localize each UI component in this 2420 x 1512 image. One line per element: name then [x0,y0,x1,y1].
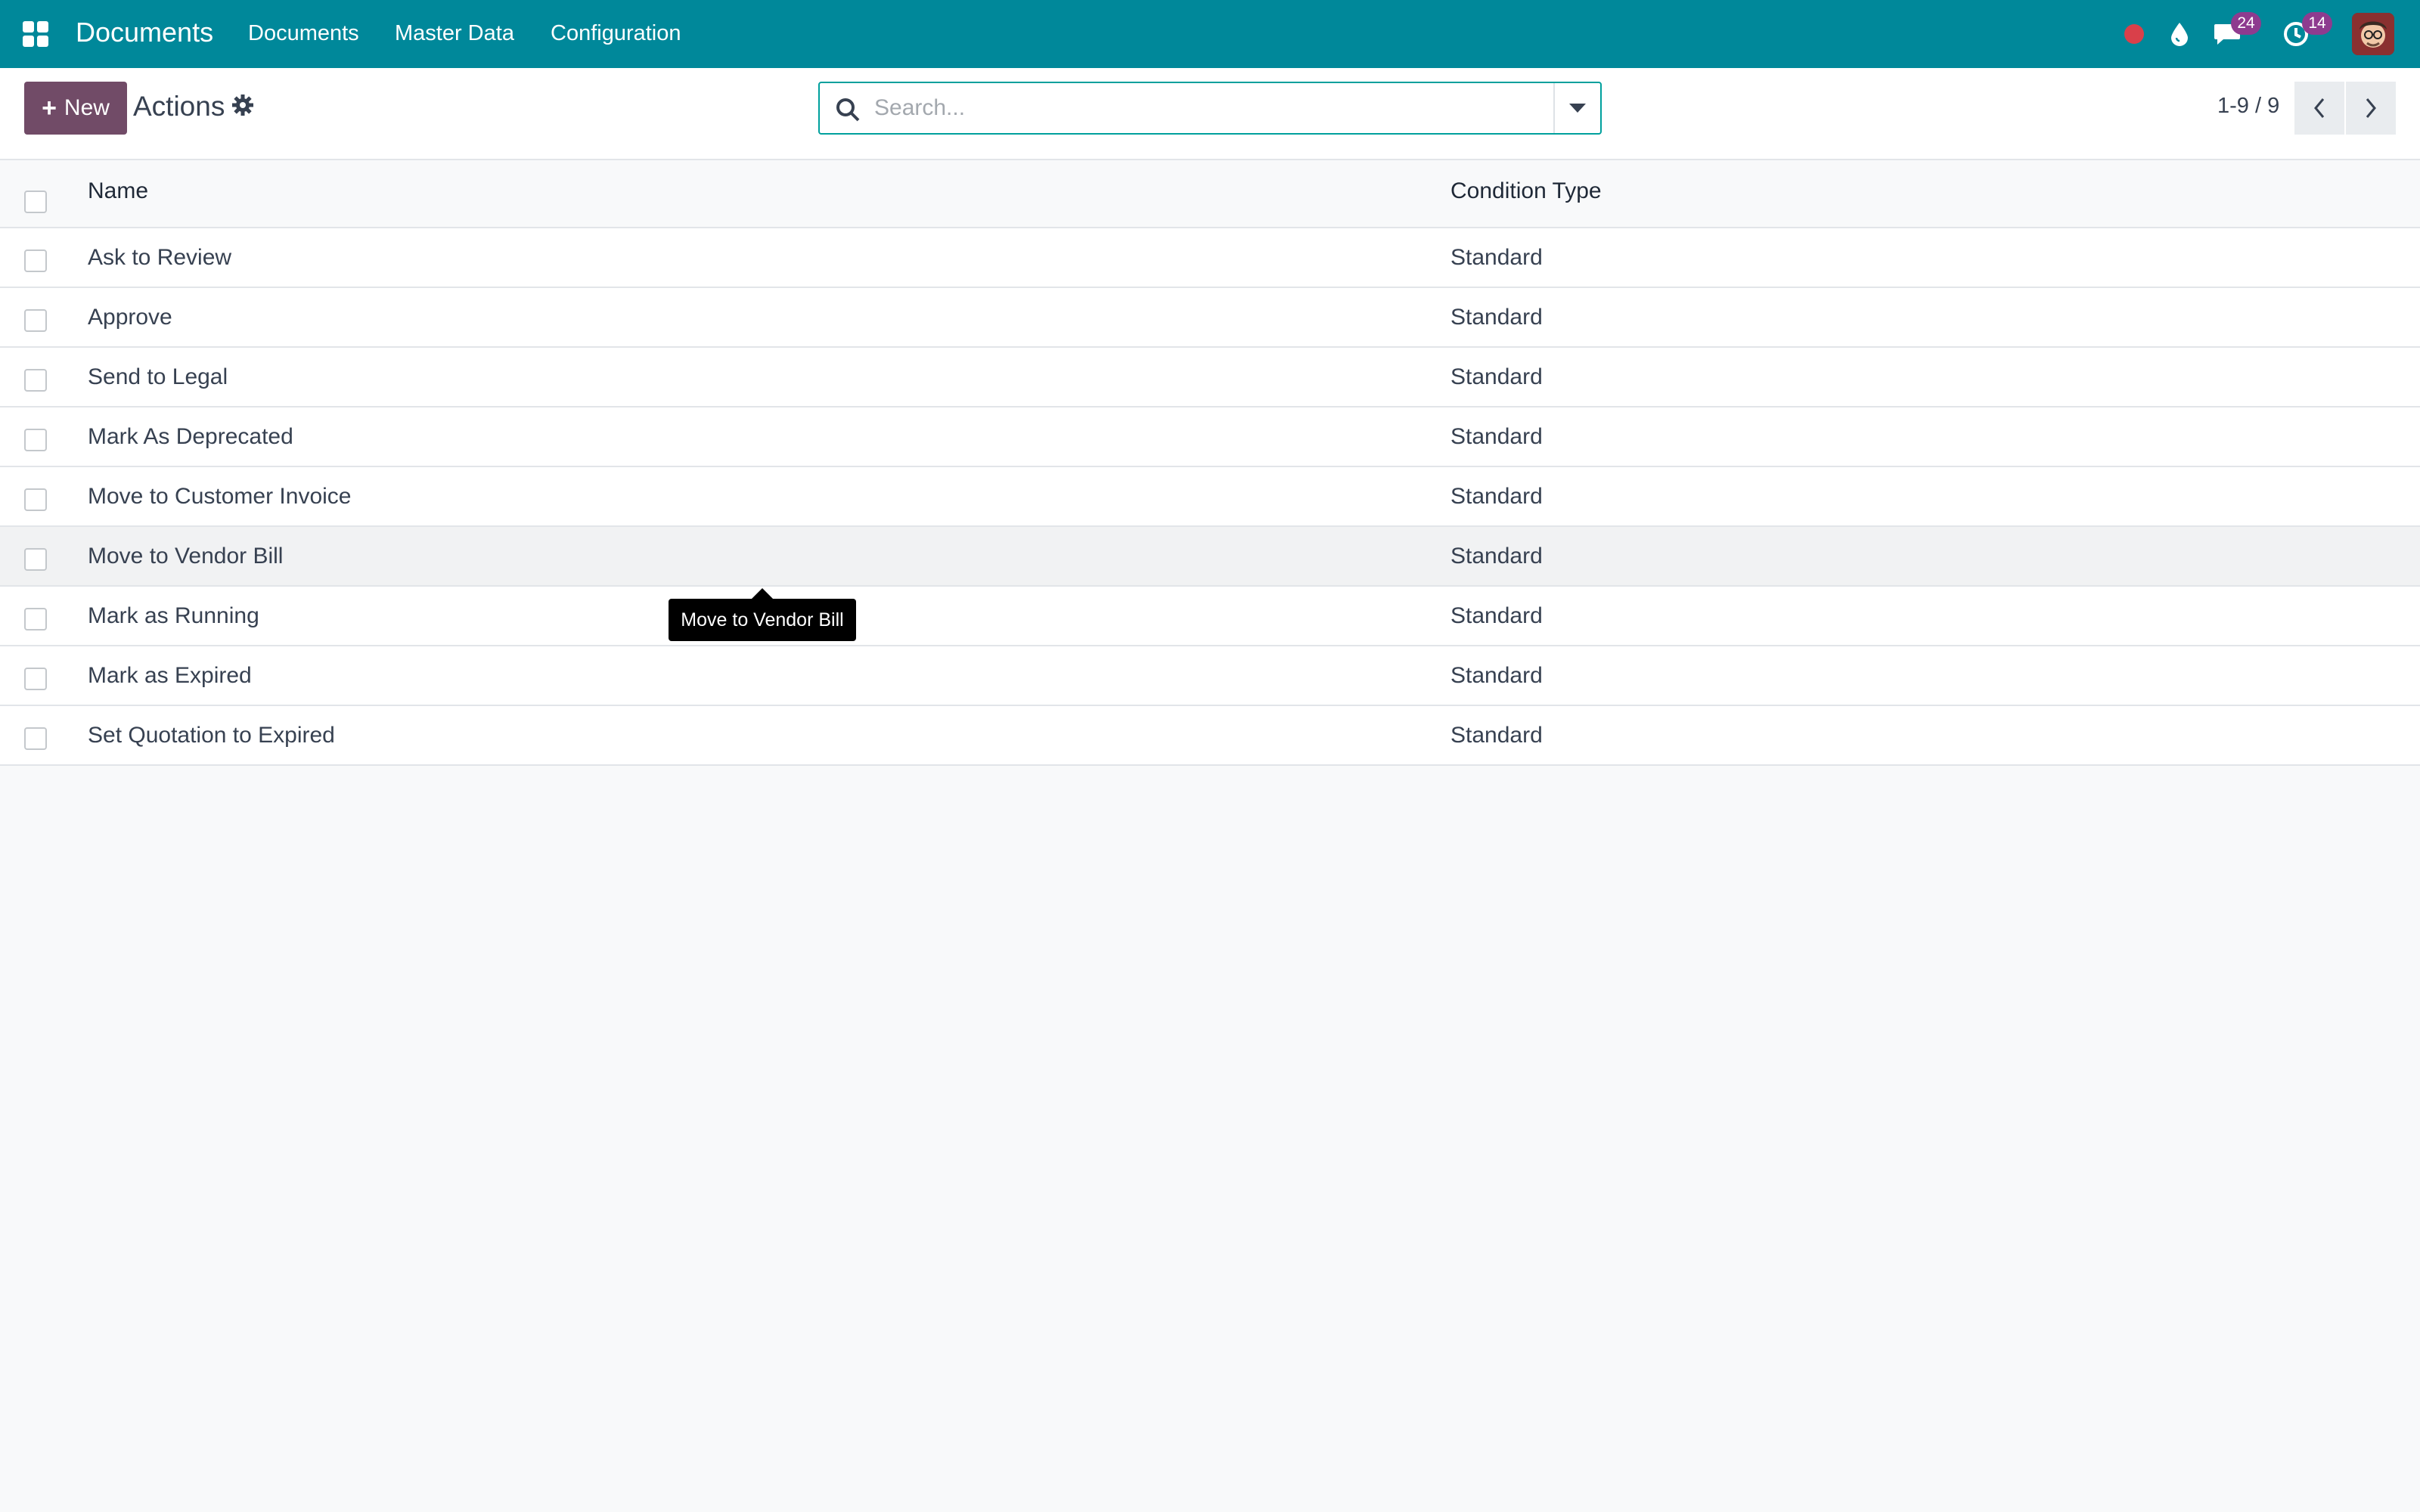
table-row[interactable]: Approve Standard [0,288,2420,348]
row-condition-type[interactable]: Standard [1450,305,1543,330]
row-condition-type[interactable]: Standard [1450,424,1543,450]
row-checkbox[interactable] [24,548,47,571]
row-condition-type[interactable]: Standard [1450,245,1543,271]
new-button-label: New [64,95,110,120]
pager-next-button[interactable] [2346,82,2396,135]
row-checkbox[interactable] [24,727,47,750]
row-condition-type[interactable]: Standard [1450,544,1543,569]
search-input[interactable] [874,89,1525,127]
gear-icon[interactable] [231,94,254,116]
pager-previous-button[interactable] [2294,82,2344,135]
recording-dot-icon[interactable] [2121,0,2148,68]
table-row[interactable]: Move to Vendor Bill Standard [0,527,2420,587]
control-panel: + New Actions 1-9 / 9 [0,68,2420,160]
row-name[interactable]: Set Quotation to Expired [88,723,335,748]
caret-down-icon [1569,104,1586,113]
row-name[interactable]: Send to Legal [88,364,228,390]
avatar[interactable] [2350,0,2396,68]
pager-value[interactable]: 1-9 / 9 [2217,94,2279,119]
page-title: Actions [133,91,225,122]
table-row[interactable]: Move to Customer Invoice Standard [0,467,2420,527]
row-name[interactable]: Mark as Expired [88,663,252,689]
row-condition-type[interactable]: Standard [1450,484,1543,510]
chevron-left-icon [2314,98,2325,118]
row-condition-type[interactable]: Standard [1450,663,1543,689]
chevron-right-icon [2366,98,2376,118]
row-name[interactable]: Mark as Running [88,603,259,629]
menu-master-data[interactable]: Master Data [395,21,514,46]
plus-icon: + [42,93,57,122]
table-row[interactable]: Mark as Running Standard [0,587,2420,646]
apps-grid-icon[interactable] [23,21,48,47]
row-checkbox[interactable] [24,369,47,392]
row-checkbox[interactable] [24,309,47,332]
table-row[interactable]: Mark As Deprecated Standard [0,407,2420,467]
table-row[interactable]: Set Quotation to Expired Standard [0,706,2420,766]
column-header-condition-type[interactable]: Condition Type [1450,178,1602,204]
column-header-name[interactable]: Name [88,178,148,204]
menu-documents[interactable]: Documents [248,21,359,46]
search-bar [818,82,1602,135]
row-name[interactable]: Move to Customer Invoice [88,484,351,510]
search-icon [835,97,861,122]
row-checkbox[interactable] [24,429,47,451]
messages-badge: 24 [2231,12,2261,35]
actions-list: Name Condition Type Ask to Review Standa… [0,160,2420,766]
row-name[interactable]: Approve [88,305,172,330]
clock-icon[interactable] [2279,0,2313,68]
search-options-toggle[interactable] [1553,83,1600,133]
row-condition-type[interactable]: Standard [1450,603,1543,629]
row-name[interactable]: Ask to Review [88,245,231,271]
new-button[interactable]: + New [24,82,127,135]
row-checkbox[interactable] [24,488,47,511]
table-row[interactable]: Mark as Expired Standard [0,646,2420,706]
row-name[interactable]: Move to Vendor Bill [88,544,283,569]
activities-badge: 14 [2302,12,2332,35]
list-header: Name Condition Type [0,160,2420,228]
row-checkbox[interactable] [24,608,47,631]
top-navbar: Documents Documents Master Data Configur… [0,0,2420,68]
drop-icon[interactable] [2164,0,2195,68]
row-condition-type[interactable]: Standard [1450,723,1543,748]
row-checkbox[interactable] [24,668,47,690]
select-all-checkbox[interactable] [24,191,47,213]
table-row[interactable]: Ask to Review Standard [0,228,2420,288]
table-row[interactable]: Send to Legal Standard [0,348,2420,407]
row-name-tooltip: Move to Vendor Bill [669,588,856,641]
app-brand[interactable]: Documents [76,17,213,48]
row-name[interactable]: Mark As Deprecated [88,424,293,450]
menu-configuration[interactable]: Configuration [551,21,681,46]
row-condition-type[interactable]: Standard [1450,364,1543,390]
row-checkbox[interactable] [24,249,47,272]
